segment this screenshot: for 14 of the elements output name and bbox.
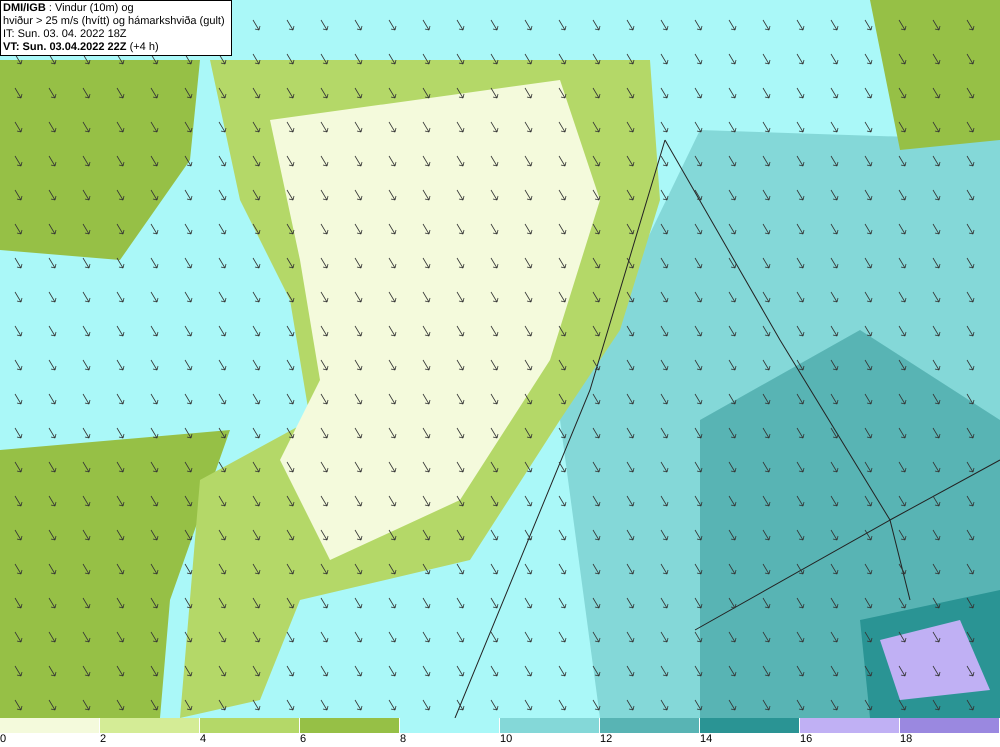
title-line: DMI/IGB : Vindur (10m) og (3, 2, 135, 15)
legend-label: 16 (800, 733, 812, 746)
legend-label: 6 (300, 733, 306, 746)
legend-label: 14 (700, 733, 712, 746)
legend-label: 8 (400, 733, 406, 746)
legend-label: 12 (600, 733, 612, 746)
title-line: hviður > 25 m/s (hvítt) og hámarkshviða (gult) (3, 15, 226, 28)
title-line: VT: Sun. 03.04.2022 22Z (+4 h) (3, 41, 160, 54)
legend-label: 10 (500, 733, 512, 746)
title-line: IT: Sun. 03. 04. 2022 18Z (3, 28, 128, 41)
legend-label: 4 (200, 733, 206, 746)
legend-label: 18 (900, 733, 912, 746)
legend-label: 0 (0, 733, 6, 746)
legend-label: 2 (100, 733, 106, 746)
